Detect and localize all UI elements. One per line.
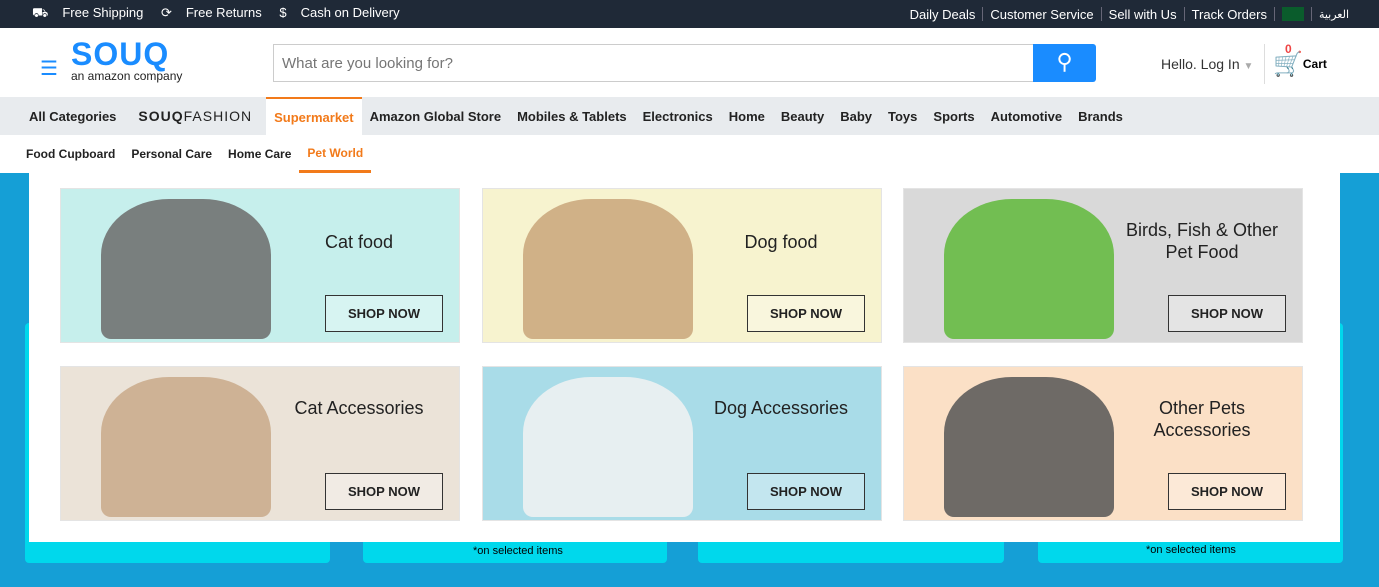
tile-title: Dog Accessories xyxy=(713,398,849,418)
dollar-icon: $ xyxy=(279,5,287,20)
nav-electronics[interactable]: Electronics xyxy=(635,97,721,135)
logo-text: SOUQ xyxy=(71,36,170,72)
header: ☰ SOUQan amazon company ⚲ Hello. Log In … xyxy=(0,28,1379,97)
tile-title: Dog food xyxy=(744,232,818,252)
subnav-home-care[interactable]: Home Care xyxy=(220,135,299,173)
promo-note: *on selected items xyxy=(1146,544,1236,556)
tile-title: Cat food xyxy=(324,232,394,252)
category-nav: All Categories SOUQ FASHION Supermarket A… xyxy=(0,97,1379,135)
tile-cat-food[interactable]: Cat food SHOP NOW xyxy=(60,188,460,343)
promo-note: *on selected items xyxy=(473,545,563,557)
nav-baby[interactable]: Baby xyxy=(832,97,880,135)
birds-fish-food-image xyxy=(944,199,1114,339)
cart-button[interactable]: 🛒 0 Cart xyxy=(1264,41,1327,84)
fashion-a: SOUQ xyxy=(138,108,184,124)
dog-food-image xyxy=(523,199,693,339)
cart-label: Cart xyxy=(1302,57,1327,71)
cat-food-image xyxy=(101,199,271,339)
cart-count: 0 xyxy=(1285,41,1292,56)
customer-service-link[interactable]: Customer Service xyxy=(990,7,1093,22)
top-bar: ⛟ Free Shipping ⟳ Free Returns $ Cash on De… xyxy=(0,0,1379,28)
login-menu[interactable]: Hello. Log In ▼ xyxy=(1161,56,1253,72)
tile-dog-food[interactable]: Dog food SHOP NOW xyxy=(482,188,882,343)
country-flag-icon[interactable] xyxy=(1281,7,1304,21)
subnav-food-cupboard[interactable]: Food Cupboard xyxy=(18,135,123,173)
free-shipping-link[interactable]: Free Shipping xyxy=(62,5,143,20)
search-icon: ⚲ xyxy=(1056,49,1073,74)
fashion-b: FASHION xyxy=(183,108,253,124)
track-orders-link[interactable]: Track Orders xyxy=(1192,7,1267,22)
caret-down-icon: ▼ xyxy=(1243,61,1254,72)
shop-now-button[interactable]: SHOP NOW xyxy=(1168,473,1286,510)
sub-nav: Food Cupboard Personal Care Home Care Pe… xyxy=(0,135,1379,173)
cart-icon: 🛒 0 xyxy=(1273,41,1303,78)
search-button[interactable]: ⚲ xyxy=(1033,44,1096,82)
free-returns-link[interactable]: Free Returns xyxy=(186,5,262,20)
sell-with-us-link[interactable]: Sell with Us xyxy=(1109,7,1177,22)
nav-beauty[interactable]: Beauty xyxy=(773,97,832,135)
pet-world-dropdown: Cat food SHOP NOW Dog food SHOP NOW Bird… xyxy=(29,173,1340,542)
tile-title: Cat Accessories xyxy=(294,398,424,418)
shop-now-button[interactable]: SHOP NOW xyxy=(325,473,443,510)
shop-now-button[interactable]: SHOP NOW xyxy=(747,295,865,332)
nav-toys[interactable]: Toys xyxy=(880,97,925,135)
cash-on-delivery-link[interactable]: Cash on Delivery xyxy=(301,5,400,20)
nav-souq-fashion[interactable]: SOUQ FASHION xyxy=(124,97,266,135)
login-label: Hello. Log In xyxy=(1161,56,1240,72)
nav-automotive[interactable]: Automotive xyxy=(983,97,1071,135)
dog-accessories-image xyxy=(523,377,693,517)
shop-now-button[interactable]: SHOP NOW xyxy=(1168,295,1286,332)
other-pets-accessories-image xyxy=(944,377,1114,517)
subnav-personal-care[interactable]: Personal Care xyxy=(123,135,220,173)
search-input[interactable] xyxy=(273,44,1033,82)
nav-home[interactable]: Home xyxy=(721,97,773,135)
tile-birds-fish-food[interactable]: Birds, Fish & Other Pet Food SHOP NOW xyxy=(903,188,1303,343)
tile-other-pets-accessories[interactable]: Other Pets Accessories SHOP NOW xyxy=(903,366,1303,521)
subnav-pet-world[interactable]: Pet World xyxy=(299,135,372,173)
cat-accessories-image xyxy=(101,377,271,517)
nav-all-categories[interactable]: All Categories xyxy=(21,97,124,135)
logo[interactable]: SOUQ an amazon company xyxy=(71,36,182,83)
nav-supermarket[interactable]: Supermarket xyxy=(266,97,362,135)
tile-title: Other Pets Accessories xyxy=(1153,398,1251,440)
refresh-icon: ⟳ xyxy=(160,5,172,20)
nav-mobiles-tablets[interactable]: Mobiles & Tablets xyxy=(509,97,635,135)
truck-icon: ⛟ xyxy=(32,5,49,20)
shop-now-button[interactable]: SHOP NOW xyxy=(747,473,865,510)
menu-icon[interactable]: ☰ xyxy=(40,56,58,81)
tile-cat-accessories[interactable]: Cat Accessories SHOP NOW xyxy=(60,366,460,521)
nav-amazon-global-store[interactable]: Amazon Global Store xyxy=(362,97,509,135)
tile-dog-accessories[interactable]: Dog Accessories SHOP NOW xyxy=(482,366,882,521)
logo-tagline: an amazon company xyxy=(71,69,183,83)
daily-deals-link[interactable]: Daily Deals xyxy=(910,7,976,22)
language-link[interactable]: العربية xyxy=(1319,8,1349,21)
nav-sports[interactable]: Sports xyxy=(925,97,982,135)
shop-now-button[interactable]: SHOP NOW xyxy=(325,295,443,332)
tile-title: Birds, Fish & Other Pet Food xyxy=(1125,220,1279,262)
nav-brands[interactable]: Brands xyxy=(1070,97,1131,135)
